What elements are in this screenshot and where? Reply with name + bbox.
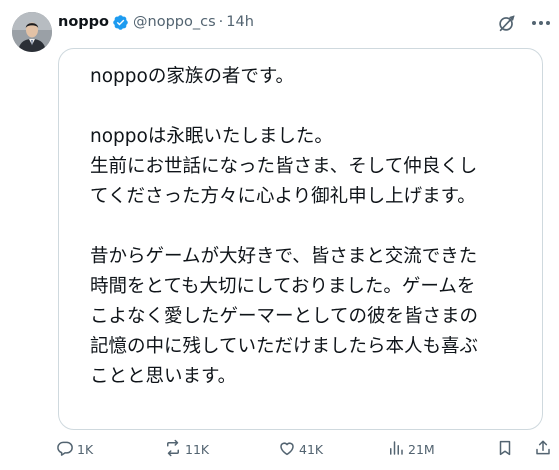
post-line: 生前にお世話になった皆さま、そして仲良くし: [90, 156, 478, 177]
verified-badge-icon: [112, 14, 129, 31]
bookmark-button[interactable]: [496, 438, 517, 460]
share-icon: [534, 439, 555, 460]
views-button[interactable]: 21M: [387, 438, 435, 460]
bookmark-icon: [496, 439, 517, 460]
grok-icon[interactable]: [496, 12, 518, 34]
avatar[interactable]: [12, 12, 52, 52]
reply-button[interactable]: 1K: [56, 438, 93, 460]
handle[interactable]: @noppo_cs: [133, 14, 216, 30]
post-line: 記憶の中に残していただけましたら本人も喜ぶ: [90, 336, 478, 357]
like-count: 41K: [299, 441, 324, 457]
timestamp[interactable]: 14h: [226, 14, 254, 30]
post-line: てくださった方々に心より御礼申し上げます。: [90, 186, 476, 207]
reply-count: 1K: [77, 441, 94, 457]
share-button[interactable]: [534, 438, 555, 460]
reply-icon: [56, 439, 77, 460]
views-count: 21M: [408, 441, 435, 457]
retweet-icon: [164, 439, 185, 460]
like-button[interactable]: 41K: [278, 438, 323, 460]
post-line: noppoの家族の者です。: [90, 66, 294, 87]
post-line: ことと思います。: [90, 366, 237, 387]
tweet-header: noppo @noppo_cs · 14h: [58, 12, 254, 32]
like-icon: [278, 439, 299, 460]
avatar-image: [12, 12, 52, 52]
views-icon: [387, 439, 408, 460]
separator-dot: ·: [218, 14, 224, 30]
display-name[interactable]: noppo: [58, 14, 109, 30]
post-text-card: noppoの家族の者です。 noppoは永眠いたしました。 生前にお世話になった…: [58, 48, 543, 430]
more-icon[interactable]: [530, 14, 552, 32]
tweet: noppo @noppo_cs · 14h noppoの家族の者です。 nopp…: [0, 0, 559, 470]
post-line: noppoは永眠いたしました。: [90, 126, 333, 147]
post-line: こよなく愛したゲーマーとしての彼を皆さまの: [90, 306, 478, 327]
post-line: 昔からゲームが大好きで、皆さまと交流できた: [90, 246, 478, 267]
action-bar: 1K 11K 41K 21M: [56, 438, 556, 460]
post-line: 時間をとても大切にしておりました。ゲームを: [90, 276, 476, 297]
retweet-button[interactable]: 11K: [164, 438, 209, 460]
retweet-count: 11K: [185, 441, 210, 457]
